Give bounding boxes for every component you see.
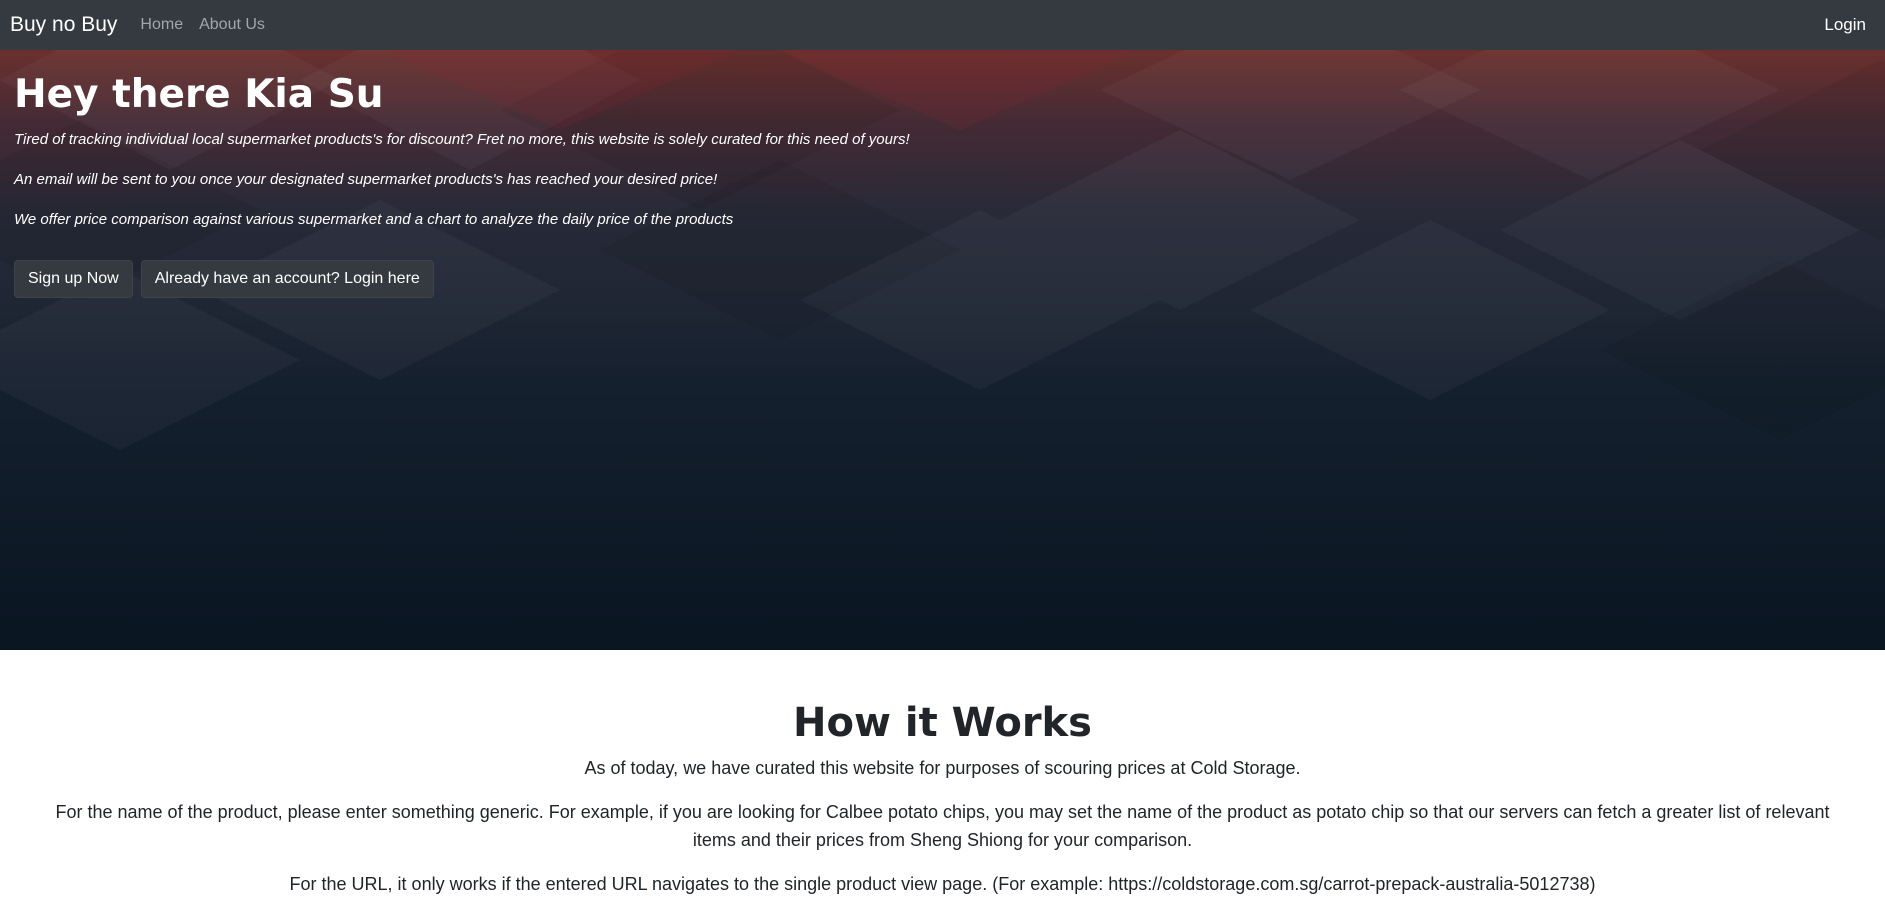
hero-title: Hey there Kia Su bbox=[14, 72, 384, 117]
login-here-button[interactable]: Already have an account? Login here bbox=[140, 260, 434, 298]
nav-home-link[interactable]: Home bbox=[140, 16, 183, 34]
hero-intro-text: Tired of tracking individual local super… bbox=[14, 131, 910, 148]
hero-content: Hey there Kia Su Tired of tracking indiv… bbox=[14, 72, 1114, 298]
signup-button[interactable]: Sign up Now bbox=[14, 260, 133, 298]
hero-section: Hey there Kia Su Tired of tracking indiv… bbox=[0, 50, 1885, 650]
nav-login-link[interactable]: Login bbox=[1824, 15, 1875, 35]
hero-comparison-text: We offer price comparison against variou… bbox=[14, 211, 734, 228]
nav-about-link[interactable]: About Us bbox=[199, 16, 265, 34]
how-cold-storage-text: As of today, we have curated this websit… bbox=[584, 758, 1301, 778]
hero-email-text: An email will be sent to you once your d… bbox=[14, 171, 718, 188]
navbar: Buy no Buy Home About Us Login bbox=[0, 0, 1885, 50]
how-it-works-title: How it Works bbox=[793, 700, 1092, 746]
hero-button-row: Sign up Now Already have an account? Log… bbox=[14, 260, 1114, 298]
how-url-text: For the URL, it only works if the entere… bbox=[289, 874, 1596, 894]
brand-link[interactable]: Buy no Buy bbox=[10, 13, 117, 37]
how-it-works-section: How it Works As of today, we have curate… bbox=[0, 650, 1885, 916]
how-product-name-text: For the name of the product, please ente… bbox=[55, 802, 1830, 850]
